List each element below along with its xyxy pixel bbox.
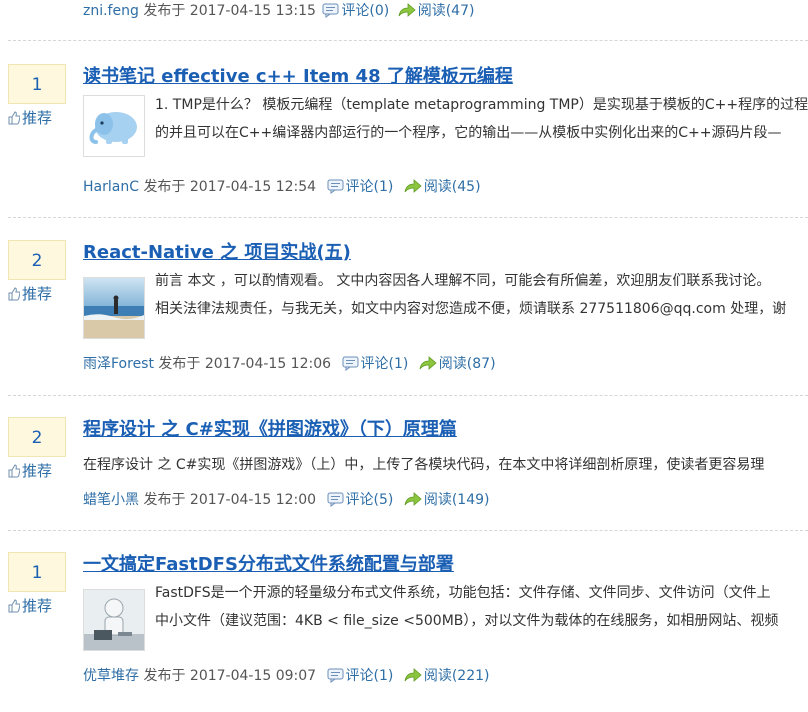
post-title-link[interactable]: 程序设计 之 C#实现《拼图游戏》（下）原理篇 [83,415,457,441]
thumb-up-icon [8,464,20,478]
author-link[interactable]: zni.feng [83,3,139,19]
post-datetime: 2017-04-15 12:54 [189,179,317,195]
post-item: 1 推荐 一文搞定FastDFS分布式文件系统配置与部署 FastDFS是一个开… [0,552,808,712]
read-icon [419,356,437,377]
reads-link[interactable]: 阅读(47) [418,3,475,19]
recommend-button[interactable]: 推荐 [8,284,66,304]
comment-icon [322,3,339,25]
post-datetime: 2017-04-15 09:07 [189,668,317,684]
posted-at-prefix: 发布于 [143,3,186,19]
beach-avatar-image [84,278,144,338]
reads-link[interactable]: 阅读(221) [424,668,490,684]
digg-count: 2 [8,240,66,280]
post-title-link[interactable]: 一文搞定FastDFS分布式文件系统配置与部署 [83,550,454,576]
post-summary: 在程序设计 之 C#实现《拼图游戏》（上）中，上传了各模块代码，在本文中将详细剖… [83,451,808,479]
comments-link[interactable]: 评论(1) [361,356,409,372]
comments-link[interactable]: 评论(1) [346,668,394,684]
digg-box: 1 推荐 [8,64,66,128]
reads-link[interactable]: 阅读(149) [424,492,490,508]
post-title-link[interactable]: React-Native 之 项目实战(五) [83,238,351,264]
post-title-link[interactable]: 读书笔记 effective c++ Item 48 了解模板元编程 [83,62,513,88]
post-datetime: 2017-04-15 12:00 [189,492,317,508]
author-link[interactable]: HarlanC [83,179,139,195]
post-list: zni.feng 发布于 2017-04-15 13:15 评论(0) 阅读(4… [0,0,808,684]
post-meta: HarlanC 发布于 2017-04-15 12:54 评论(1) 阅读(45… [83,177,481,200]
digg-count: 2 [8,417,66,457]
summary-line: FastDFS是一个开源的轻量级分布式文件系统，功能包括：文件存储、文件同步、文… [155,585,771,601]
comment-icon [327,179,344,200]
recommend-label: 推荐 [22,285,53,303]
digg-count: 1 [8,552,66,592]
divider [8,530,808,531]
author-avatar[interactable] [83,95,145,157]
post-summary: FastDFS是一个开源的轻量级分布式文件系统，功能包括：文件存储、文件同步、文… [155,579,808,635]
summary-line: 前言 本文 ，可以酌情观看。 文中内容因各人理解不同，可能会有所偏差，欢迎朋友们… [155,273,771,289]
post-datetime: 2017-04-15 12:06 [204,356,332,372]
read-icon [404,179,422,200]
comments-link[interactable]: 评论(5) [346,492,394,508]
thumb-up-icon [8,599,20,613]
reads-link[interactable]: 阅读(87) [439,356,496,372]
comment-icon [342,356,359,377]
summary-line: 的并且可以在C++编译器内部运行的一个程序，它的输出——从模板中实例化出来的C+… [155,125,782,141]
digg-box: 2 推荐 [8,240,66,304]
summary-line: 中小文件（建议范围：4KB < file_size <500MB），对以文件为载… [155,613,779,629]
author-link[interactable]: 优草堆存 [83,668,139,684]
posted-at-prefix: 发布于 [143,492,186,508]
comment-icon [327,492,344,513]
recommend-label: 推荐 [22,462,53,480]
author-link[interactable]: 雨泽Forest [83,356,154,372]
read-icon [398,3,416,25]
author-avatar[interactable] [83,589,145,651]
divider [8,217,808,218]
divider [8,395,808,396]
divider [8,40,808,41]
summary-line: 相关法律法规责任，与我无关，如文中内容对您造成不便，烦请联系 277511806… [155,301,787,317]
post-item: 2 推荐 React-Native 之 项目实战(五) 前言 本文 ，可以酌情观… [0,240,808,400]
thumb-up-icon [8,111,20,125]
summary-line: 1. TMP是什么？ 模板元编程（template metaprogrammin… [155,97,808,113]
posted-at-prefix: 发布于 [143,179,186,195]
post-datetime: 2017-04-15 13:15 [189,3,316,19]
post-item: 1 推荐 读书笔记 effective c++ Item 48 了解模板元编程 … [0,64,808,224]
summary-line: 在程序设计 之 C#实现《拼图游戏》（上）中，上传了各模块代码，在本文中将详细剖… [83,457,765,473]
post-meta-top: zni.feng 发布于 2017-04-15 13:15 评论(0) 阅读(4… [83,0,474,22]
comments-link[interactable]: 评论(1) [346,179,394,195]
post-meta: 蜡笔小黑 发布于 2017-04-15 12:00 评论(5) 阅读(149) [83,490,489,513]
posted-at-prefix: 发布于 [158,356,201,372]
recommend-button[interactable]: 推荐 [8,596,66,616]
posted-at-prefix: 发布于 [143,668,186,684]
digg-count: 1 [8,64,66,104]
post-meta: 雨泽Forest 发布于 2017-04-15 12:06 评论(1) 阅读(8… [83,354,496,377]
comments-link[interactable]: 评论(0) [341,3,389,19]
thumb-up-icon [8,287,20,301]
recommend-button[interactable]: 推荐 [8,108,66,128]
post-summary: 前言 本文 ，可以酌情观看。 文中内容因各人理解不同，可能会有所偏差，欢迎朋友们… [155,267,808,323]
post-meta: 优草堆存 发布于 2017-04-15 09:07 评论(1) 阅读(221) [83,666,489,689]
digg-box: 2 推荐 [8,417,66,481]
author-avatar[interactable] [83,277,145,339]
robot-avatar-image [84,590,144,650]
reads-link[interactable]: 阅读(45) [424,179,481,195]
elephant-avatar-image [84,96,144,156]
author-link[interactable]: 蜡笔小黑 [83,492,139,508]
digg-box: 1 推荐 [8,552,66,616]
post-summary: 1. TMP是什么？ 模板元编程（template metaprogrammin… [155,91,808,147]
read-icon [404,492,422,513]
recommend-label: 推荐 [22,597,53,615]
recommend-button[interactable]: 推荐 [8,461,66,481]
recommend-label: 推荐 [22,109,53,127]
